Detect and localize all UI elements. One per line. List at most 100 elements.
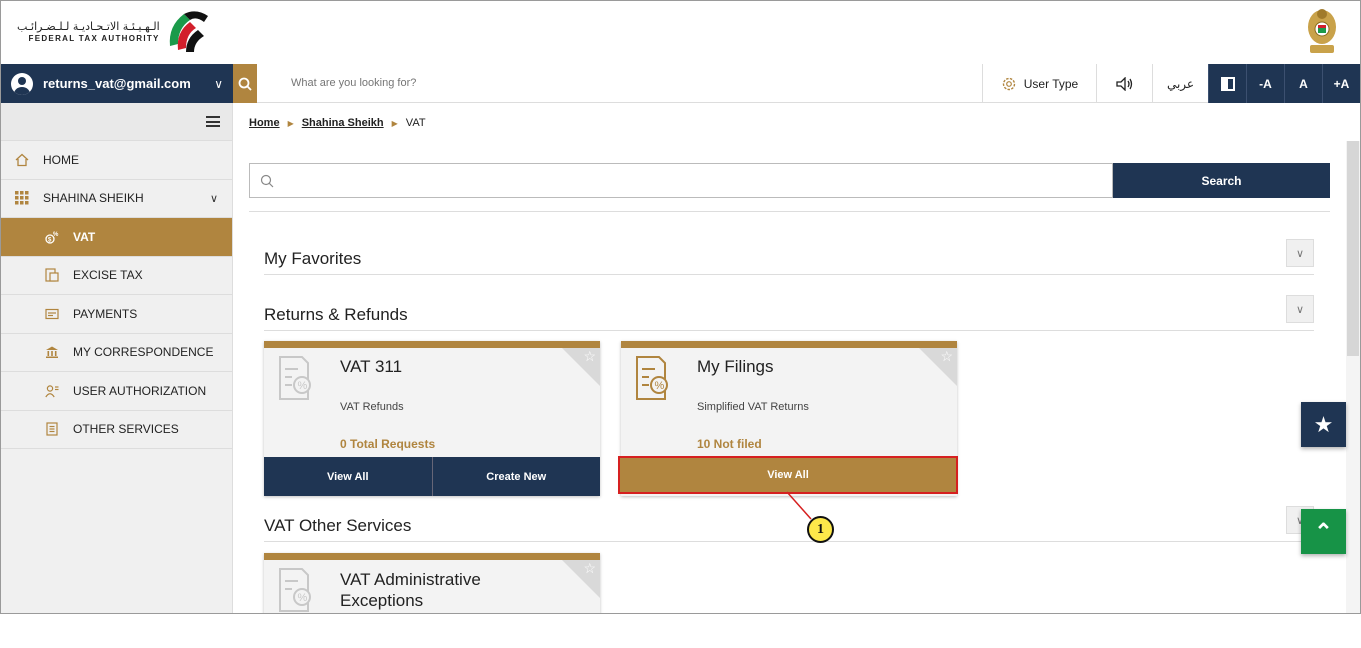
breadcrumb-user-link[interactable]: Shahina Sheikh [302,117,384,129]
user-auth-icon [45,384,59,398]
section-vat-other-services: VAT Other Services ∨ [264,506,1314,542]
sidebar-item-label: EXCISE TAX [73,268,143,283]
font-increase-button[interactable]: +A [1322,64,1360,103]
breadcrumb-arrow-icon: ▶ [391,118,398,128]
card-my-filings: % My Filings Simplified VAT Returns 10 N… [618,341,958,496]
document-percent-icon: % [636,356,668,400]
user-avatar-icon [11,72,33,95]
menu-icon[interactable] [206,116,220,127]
home-icon [15,153,29,167]
document-icon [45,422,59,436]
sidebar-item-my-correspondence[interactable]: MY CORRESPONDENCE [1,334,232,372]
card-subtitle: Simplified VAT Returns [697,401,809,413]
fta-emblem-icon [169,11,208,52]
breadcrumb-home-link[interactable]: Home [249,117,280,129]
search-button[interactable] [233,64,257,103]
fta-logo[interactable]: الـهـيـئـة الاتـحـاديـة لـلـضـرائـب FEDE… [17,6,212,58]
chevron-down-icon: ∨ [209,192,218,205]
view-all-button[interactable]: View All [264,457,432,496]
user-email: returns_vat@gmail.com [43,76,191,91]
favorite-star-icon[interactable]: ☆ [583,348,596,365]
payments-icon [45,307,59,321]
sidebar-item-label: MY CORRESPONDENCE [73,345,214,360]
breadcrumb: Home ▶ Shahina Sheikh ▶ VAT [249,117,426,129]
user-menu[interactable]: returns_vat@gmail.com ∨ [1,64,233,103]
sidebar-item-shahina-sheikh[interactable]: SHAHINA SHEIKH ∨ [1,180,232,218]
favorites-float-button[interactable]: ★ [1301,402,1346,447]
card-count: 0 Total Requests [340,437,436,451]
sidebar-item-home[interactable]: HOME [1,141,232,180]
excise-icon [45,268,59,282]
sidebar-item-excise-tax[interactable]: EXCISE TAX [1,257,232,295]
font-decrease-button[interactable]: -A [1246,64,1284,103]
section-title: Returns & Refunds [264,305,408,324]
sidebar-item-label: OTHER SERVICES [73,422,179,437]
divider [249,211,1330,212]
user-type-button[interactable]: User Type [982,64,1096,103]
gear-icon [1002,77,1015,90]
sidebar-item-other-services[interactable]: OTHER SERVICES [1,411,232,449]
svg-text:%: % [655,380,665,392]
section-title: My Favorites [264,249,362,268]
card-vat-administrative-exceptions: % VAT Administrative Exceptions ☆ [264,553,600,613]
card-count: 10 Not filed [697,437,762,451]
star-icon: ★ [1313,411,1334,437]
sidebar-item-vat[interactable]: $% VAT [1,218,232,257]
sidebar-item-label: PAYMENTS [73,306,138,321]
card-title-line: VAT Administrative [340,570,481,589]
sidebar-item-payments[interactable]: PAYMENTS [1,295,232,334]
card-vat-311: % VAT 311 VAT Refunds 0 Total Requests ☆… [264,341,600,496]
card-title-line: Exceptions [340,591,424,610]
favorite-star-icon[interactable]: ☆ [583,560,596,577]
card-title: My Filings [697,357,774,376]
step-callout-badge: 1 [807,516,834,543]
sidebar-item-label: VAT [73,229,96,244]
sidebar-item-user-authorization[interactable]: USER AUTHORIZATION [1,372,232,411]
app-window: الـهـيـئـة الاتـحـاديـة لـلـضـرائـب FEDE… [0,0,1361,614]
card-subtitle: VAT Refunds [340,401,404,413]
sidebar-item-label: SHAHINA SHEIKH [43,191,144,206]
breadcrumb-current: VAT [405,117,426,129]
section-returns-refunds: Returns & Refunds ∨ [264,295,1314,331]
view-all-button[interactable]: View All [618,456,958,494]
header: الـهـيـئـة الاتـحـاديـة لـلـضـرائـب FEDE… [1,1,1360,64]
top-bar: returns_vat@gmail.com ∨ User Type عربي -… [1,64,1360,103]
sidebar: HOME SHAHINA SHEIKH ∨ $% VAT EXCISE TAX [1,103,233,613]
user-type-label: User Type [1023,76,1079,91]
sidebar-item-label: HOME [43,152,79,167]
search-button[interactable]: Search [1113,163,1330,198]
scrollbar-thumb[interactable] [1347,141,1359,356]
search-icon [238,77,252,91]
breadcrumb-arrow-icon: ▶ [287,118,294,128]
audio-button[interactable] [1096,64,1152,103]
grid-icon [15,191,29,205]
svg-text:%: % [53,232,59,238]
card-title: VAT 311 [340,357,403,376]
vat-icon: $% [45,230,59,244]
section-my-favorites: My Favorites ∨ [264,239,1314,275]
double-chevron-up-icon: ⌃ [1314,518,1333,544]
chevron-down-icon: ∨ [214,76,223,91]
card-title: VAT Administrative Exceptions [340,569,481,611]
favorite-star-icon[interactable]: ☆ [940,348,953,365]
svg-text:%: % [298,380,308,392]
global-search-input[interactable] [291,77,691,89]
chevron-down-icon[interactable]: ∨ [1286,295,1314,323]
logo-english-text: FEDERAL TAX AUTHORITY [28,33,160,43]
section-title: VAT Other Services [264,516,412,535]
uae-emblem-icon [1308,9,1336,53]
font-normal-button[interactable]: A [1284,64,1322,103]
bank-icon [45,345,59,359]
sidebar-item-label: USER AUTHORIZATION [73,383,207,398]
language-toggle[interactable]: عربي [1152,64,1208,103]
chevron-down-icon[interactable]: ∨ [1286,239,1314,267]
service-search-input[interactable] [249,163,1113,198]
document-percent-icon: % [279,568,311,612]
svg-text:%: % [298,592,308,604]
scroll-top-button[interactable]: ⌃ [1301,509,1346,554]
contrast-icon [1220,76,1235,91]
service-search: Search [249,163,1330,198]
contrast-button[interactable] [1208,64,1246,103]
document-percent-icon: % [279,356,311,400]
create-new-button[interactable]: Create New [431,457,600,496]
